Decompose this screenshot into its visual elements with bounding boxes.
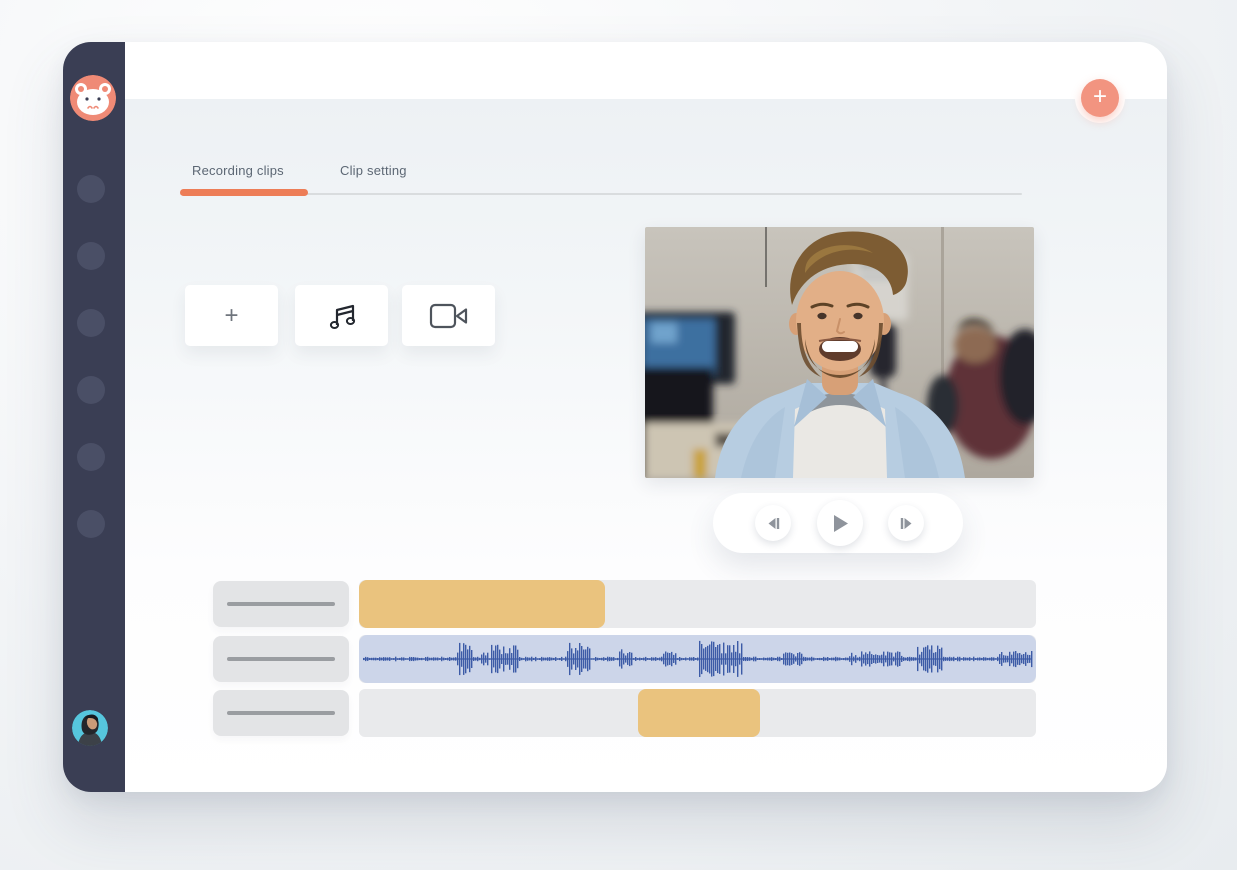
track-3-label[interactable] [213, 690, 349, 736]
step-forward-icon [899, 517, 914, 530]
monkey-mascot-icon [70, 75, 116, 121]
active-tab-indicator [180, 189, 308, 196]
player-controls [713, 493, 963, 553]
video-preview [645, 227, 1034, 478]
user-avatar-photo [72, 710, 108, 746]
timeline [213, 580, 1036, 737]
track-2-label[interactable] [213, 636, 349, 682]
track-3 [359, 689, 1036, 737]
step-backward-icon [766, 517, 781, 530]
add-clip-button[interactable]: + [185, 285, 278, 346]
sidebar-item-6[interactable] [77, 510, 105, 538]
audio-waveform [359, 635, 1036, 683]
track-1-label[interactable] [213, 581, 349, 627]
sidebar-item-5[interactable] [77, 443, 105, 471]
sidebar-item-4[interactable] [77, 376, 105, 404]
tab-clip-setting[interactable]: Clip setting [340, 163, 407, 178]
sidebar-item-3[interactable] [77, 309, 105, 337]
track-2 [359, 635, 1036, 683]
video-camera-icon [429, 302, 469, 330]
track-2-clip-1-waveform[interactable] [359, 635, 1036, 683]
sidebar [63, 42, 125, 792]
step-forward-button[interactable] [888, 505, 924, 541]
tab-recording-clips[interactable]: Recording clips [192, 163, 284, 178]
user-avatar[interactable] [72, 710, 108, 746]
page-background: + Recording clips Clip setting + [0, 0, 1237, 870]
play-button[interactable] [817, 500, 863, 546]
track-label-line [227, 657, 335, 661]
main-panel: + Recording clips Clip setting + [125, 42, 1167, 792]
step-backward-button[interactable] [755, 505, 791, 541]
add-new-button[interactable]: + [1081, 79, 1119, 117]
play-icon [832, 514, 849, 533]
timeline-row-1 [213, 580, 1036, 628]
timeline-row-3 [213, 689, 1036, 737]
timeline-row-2 [213, 635, 1036, 683]
add-music-button[interactable] [295, 285, 388, 346]
track-label-line [227, 602, 335, 606]
track-1-clip-1[interactable] [359, 580, 605, 628]
app-logo-button[interactable] [70, 75, 116, 121]
sidebar-nav [77, 175, 105, 538]
add-video-button[interactable] [402, 285, 495, 346]
video-preview-image [645, 227, 1034, 478]
plus-icon: + [224, 302, 238, 330]
track-label-line [227, 711, 335, 715]
sidebar-item-1[interactable] [77, 175, 105, 203]
music-note-icon [325, 299, 359, 333]
header [125, 42, 1167, 99]
app-window: + Recording clips Clip setting + [63, 42, 1167, 792]
track-3-clip-1[interactable] [638, 689, 760, 737]
add-new-fab-ring: + [1075, 73, 1125, 123]
track-1 [359, 580, 1036, 628]
sidebar-item-2[interactable] [77, 242, 105, 270]
